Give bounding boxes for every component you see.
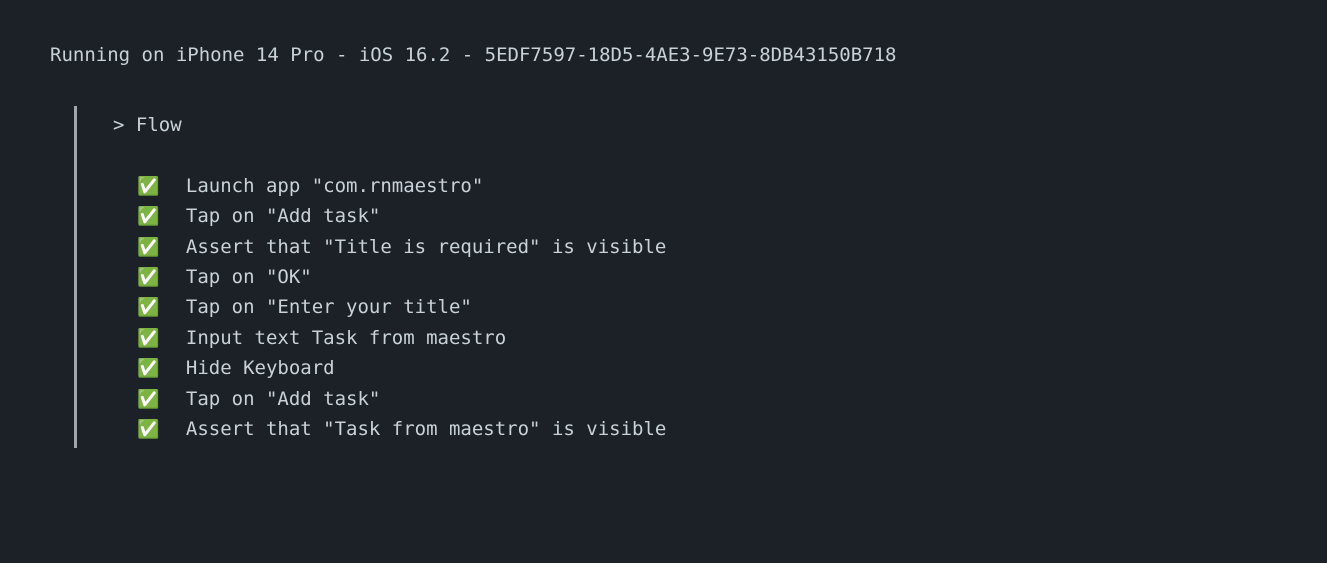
step-text: Tap on "OK" (186, 266, 312, 288)
step-text: Input text Task from maestro (186, 327, 506, 349)
flow-steps: ✅ Launch app "com.rnmaestro" ✅ Tap on "A… (113, 171, 1327, 445)
flow-step: ✅ Launch app "com.rnmaestro" (137, 171, 1327, 201)
terminal-header-line: Running on iPhone 14 Pro - iOS 16.2 - 5E… (50, 40, 1327, 70)
flow-title: > Flow (113, 110, 1327, 140)
flow-step: ✅ Input text Task from maestro (137, 323, 1327, 353)
flow-step: ✅ Tap on "Enter your title" (137, 292, 1327, 322)
check-icon: ✅ (137, 384, 163, 414)
flow-step: ✅ Assert that "Task from maestro" is vis… (137, 414, 1327, 444)
flow-step: ✅ Tap on "Add task" (137, 384, 1327, 414)
step-text: Hide Keyboard (186, 357, 335, 379)
step-text: Launch app "com.rnmaestro" (186, 175, 483, 197)
check-icon: ✅ (137, 414, 163, 444)
step-text: Tap on "Add task" (186, 205, 380, 227)
step-text: Assert that "Task from maestro" is visib… (186, 418, 666, 440)
check-icon: ✅ (137, 292, 163, 322)
step-text: Assert that "Title is required" is visib… (186, 236, 666, 258)
step-text: Tap on "Add task" (186, 388, 380, 410)
flow-step: ✅ Tap on "Add task" (137, 201, 1327, 231)
check-icon: ✅ (137, 171, 163, 201)
step-text: Tap on "Enter your title" (186, 296, 472, 318)
check-icon: ✅ (137, 323, 163, 353)
flow-step: ✅ Hide Keyboard (137, 353, 1327, 383)
check-icon: ✅ (137, 262, 163, 292)
check-icon: ✅ (137, 201, 163, 231)
check-icon: ✅ (137, 353, 163, 383)
flow-step: ✅ Tap on "OK" (137, 262, 1327, 292)
check-icon: ✅ (137, 232, 163, 262)
flow-block: > Flow ✅ Launch app "com.rnmaestro" ✅ Ta… (74, 106, 1327, 448)
flow-step: ✅ Assert that "Title is required" is vis… (137, 232, 1327, 262)
